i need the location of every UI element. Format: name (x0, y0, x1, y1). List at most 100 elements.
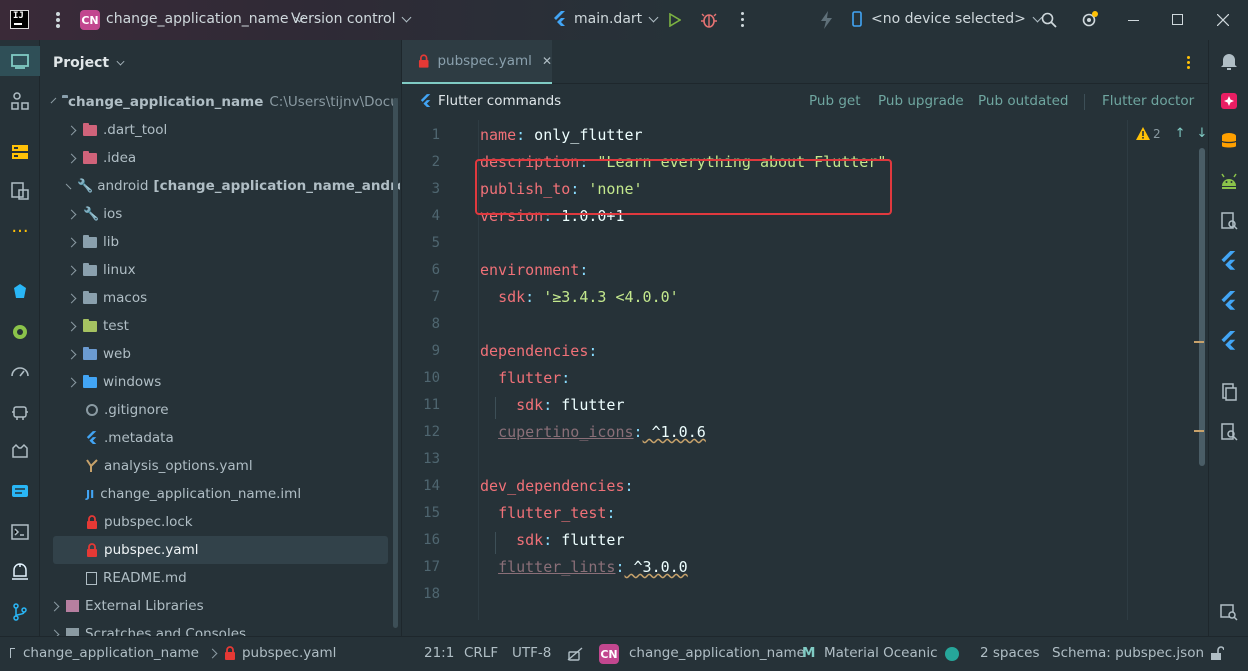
code-line[interactable]: environment: (480, 261, 588, 279)
inspection-widget[interactable]: 2 ↑ ↓ (1136, 126, 1207, 141)
tree-item-analysis-options[interactable]: analysis_options.yaml (41, 452, 400, 480)
project-panel-header[interactable]: Project (53, 55, 125, 71)
code-line[interactable]: dependencies: (480, 342, 597, 360)
tree-item-test[interactable]: test (41, 312, 400, 340)
warning-marker[interactable] (1194, 430, 1204, 432)
minimize-button[interactable] (1128, 20, 1139, 21)
tree-root[interactable]: change_application_name C:\Users\tijnv\D… (41, 88, 400, 116)
pub-outdated-link[interactable]: Pub outdated (978, 93, 1068, 109)
tree-item-scratches[interactable]: Scratches and Consoles (41, 620, 400, 636)
code-line[interactable]: flutter_test: (480, 504, 615, 522)
dart-icon[interactable] (10, 282, 30, 302)
ai-assistant-icon[interactable] (1219, 91, 1239, 111)
device-selector[interactable]: <no device selected> (852, 11, 1043, 27)
code-line[interactable]: name: only_flutter (480, 126, 643, 144)
build-variants-icon[interactable] (10, 181, 30, 201)
read-only-toggle-icon[interactable] (567, 647, 583, 661)
pub-get-link[interactable]: Pub get (809, 93, 861, 109)
flutter-performance-icon[interactable] (1219, 331, 1239, 351)
tree-item-iml[interactable]: JI change_application_name.iml (41, 480, 400, 508)
logcat-icon[interactable] (10, 442, 30, 462)
file-encoding[interactable]: UTF-8 (512, 645, 551, 661)
tree-item-lib[interactable]: lib (41, 228, 400, 256)
tree-item-readme[interactable]: README.md (41, 564, 400, 592)
lightning-icon[interactable] (820, 11, 833, 29)
debug-icon[interactable] (701, 11, 717, 28)
main-menu-icon[interactable] (56, 12, 60, 28)
status-dot-icon[interactable] (945, 647, 959, 661)
code-line[interactable]: flutter_lints: ^3.0.0 (480, 558, 688, 576)
close-tab-icon[interactable]: ✕ (542, 54, 552, 68)
tree-item-pubspec-lock[interactable]: pubspec.lock (41, 508, 400, 536)
code-line[interactable]: sdk: flutter (480, 531, 624, 549)
breadcrumb[interactable]: change_application_name pubspec.yaml (10, 645, 336, 661)
project-selector[interactable]: change_application_name (106, 11, 305, 27)
code-line[interactable]: dev_dependencies: (480, 477, 634, 495)
settings-icon[interactable] (1081, 11, 1099, 29)
more-tools-icon[interactable]: ··· (10, 222, 30, 242)
code-editor[interactable]: 1 name: only_flutter 2 description: "Learn … (402, 120, 1208, 620)
pub-upgrade-link[interactable]: Pub upgrade (878, 93, 964, 109)
code-line[interactable]: sdk: flutter (480, 396, 624, 414)
search-icon[interactable] (1041, 12, 1057, 28)
project-panel-scrollbar[interactable] (393, 98, 398, 628)
editor-scrollbar[interactable] (1199, 148, 1205, 466)
tree-item-metadata[interactable]: .metadata (41, 424, 400, 452)
run-config-selector[interactable]: main.dart (553, 11, 659, 27)
breadcrumb-project[interactable]: change_application_name (23, 645, 199, 661)
folder-tool-icon[interactable] (10, 51, 30, 71)
code-line[interactable]: flutter: (480, 369, 570, 387)
indent-setting[interactable]: 2 spaces (980, 645, 1040, 661)
run-icon[interactable] (669, 13, 681, 27)
git-icon[interactable] (10, 602, 30, 622)
flutter-inspector-icon[interactable] (1219, 251, 1239, 271)
tree-item-ios[interactable]: 🔧 ios (41, 200, 400, 228)
android-icon[interactable] (1219, 171, 1239, 191)
gear-plugin-icon[interactable] (10, 322, 30, 342)
warning-marker[interactable] (1194, 341, 1204, 343)
file-search-icon[interactable] (1219, 422, 1239, 442)
flutter-doctor-link[interactable]: Flutter doctor (1102, 93, 1194, 109)
tree-item-macos[interactable]: macos (41, 284, 400, 312)
next-highlight-icon[interactable]: ↓ (1197, 126, 1208, 141)
code-line[interactable]: cupertino_icons: ^1.0.6 (480, 423, 706, 441)
tree-item-android[interactable]: 🔧 android [change_application_name_andro… (41, 172, 400, 200)
notifications-icon[interactable] (1219, 51, 1239, 71)
database-icon[interactable] (10, 142, 30, 162)
tab-options-icon[interactable] (1187, 56, 1190, 69)
tree-item-dart-tool[interactable]: .dart_tool (41, 116, 400, 144)
tree-item-pubspec-yaml[interactable]: pubspec.yaml (53, 536, 388, 564)
maximize-button[interactable] (1172, 14, 1183, 25)
profiler-icon[interactable] (10, 362, 30, 382)
structure-icon[interactable] (10, 91, 30, 111)
database-icon[interactable] (1219, 131, 1239, 151)
unlock-icon[interactable] (1210, 646, 1224, 661)
tree-item-linux[interactable]: linux (41, 256, 400, 284)
robot-icon[interactable] (10, 402, 30, 422)
tree-item-web[interactable]: web (41, 340, 400, 368)
close-window-icon[interactable] (1217, 14, 1229, 26)
notifications-event-icon[interactable] (10, 562, 30, 582)
json-schema[interactable]: Schema: pubspec.json (1052, 645, 1204, 661)
device-file-explorer-icon[interactable] (1219, 211, 1239, 231)
cursor-position[interactable]: 21:1 (424, 645, 454, 661)
tab-pubspec-yaml[interactable]: pubspec.yaml ✕ (402, 40, 552, 84)
code-line[interactable]: sdk: '≥3.4.3 <4.0.0' (480, 288, 679, 306)
more-actions-icon[interactable] (741, 12, 744, 28)
line-ending[interactable]: CRLF (464, 645, 498, 661)
tree-item-external-libraries[interactable]: External Libraries (41, 592, 400, 620)
app-logo-icon[interactable]: IJ (10, 10, 29, 29)
previous-highlight-icon[interactable]: ↑ (1175, 126, 1186, 141)
theme-name[interactable]: Material Oceanic (824, 645, 938, 661)
tree-item-gitignore[interactable]: .gitignore (41, 396, 400, 424)
module-name[interactable]: change_application_name (629, 645, 805, 661)
find-icon[interactable] (1219, 602, 1239, 622)
tree-item-windows[interactable]: windows (41, 368, 400, 396)
clipboard-icon[interactable] (1219, 382, 1239, 402)
messages-icon[interactable] (10, 482, 30, 502)
flutter-outline-icon[interactable] (1219, 291, 1239, 311)
tree-item-idea[interactable]: .idea (41, 144, 400, 172)
version-control-menu[interactable]: Version control (291, 11, 412, 27)
breadcrumb-file[interactable]: pubspec.yaml (242, 645, 336, 661)
terminal-icon[interactable] (10, 522, 30, 542)
